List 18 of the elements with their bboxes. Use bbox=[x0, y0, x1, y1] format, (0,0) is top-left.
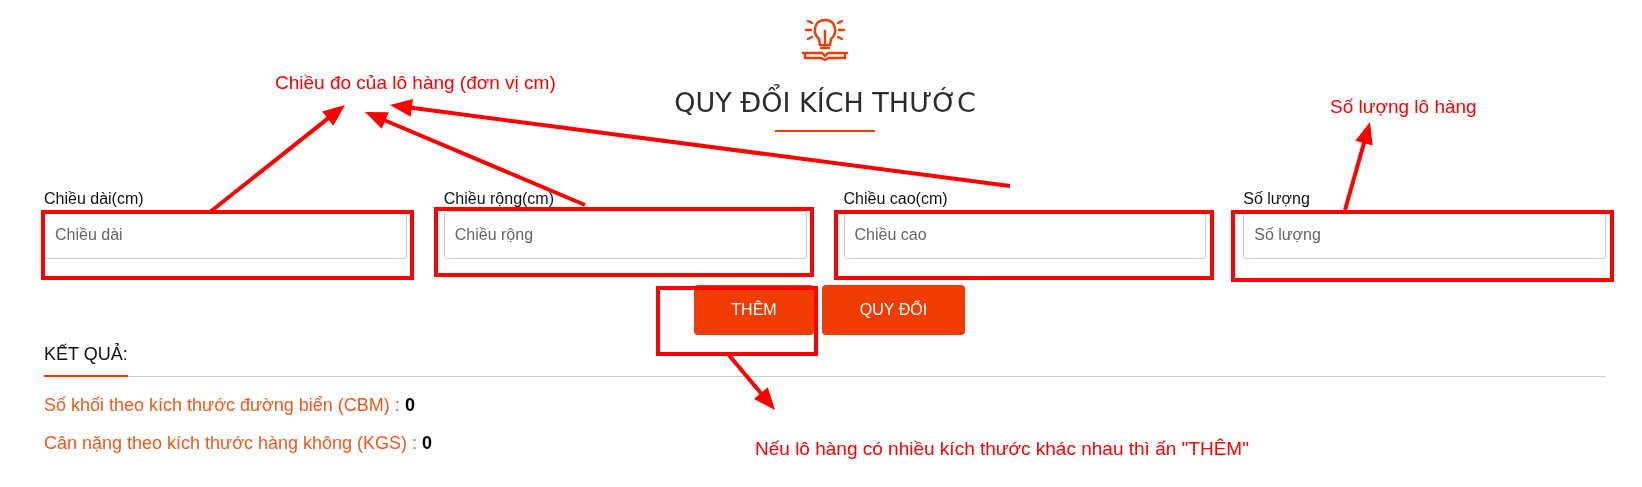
input-field[interactable]: Chiều cao bbox=[843, 211, 1207, 259]
annotation-note: Số lượng lô hàng bbox=[1330, 96, 1477, 118]
result-label: Cân nặng theo kích thước hàng không (KGS) : bbox=[44, 433, 418, 453]
field-label: Chiều cao(cm) bbox=[843, 190, 948, 208]
convert-button[interactable]: QUY ĐỔI bbox=[822, 285, 965, 335]
field-label: Số lượng bbox=[1243, 190, 1310, 208]
field-label: Chiều dài(cm) bbox=[44, 190, 144, 208]
add-button[interactable]: THÊM bbox=[694, 285, 814, 335]
result-value: 0 bbox=[422, 433, 433, 453]
input-field[interactable]: Số lượng bbox=[1243, 211, 1606, 259]
results-heading: KẾT QUẢ: bbox=[44, 344, 128, 377]
input-field[interactable]: Chiều dài bbox=[44, 211, 407, 259]
field-label: Chiều rộng(cm) bbox=[443, 190, 554, 208]
result-label: Số khối theo kích thước đường biển (CBM) : bbox=[44, 395, 400, 415]
input-field[interactable]: Chiều rộng bbox=[443, 211, 807, 259]
annotation-note: Nếu lô hàng có nhiều kích thước khác nhau thì ấn "THÊM" bbox=[755, 438, 1249, 460]
annotation-note: Chiều đo của lô hàng (đơn vị cm) bbox=[275, 72, 556, 94]
result-value: 0 bbox=[404, 395, 415, 415]
